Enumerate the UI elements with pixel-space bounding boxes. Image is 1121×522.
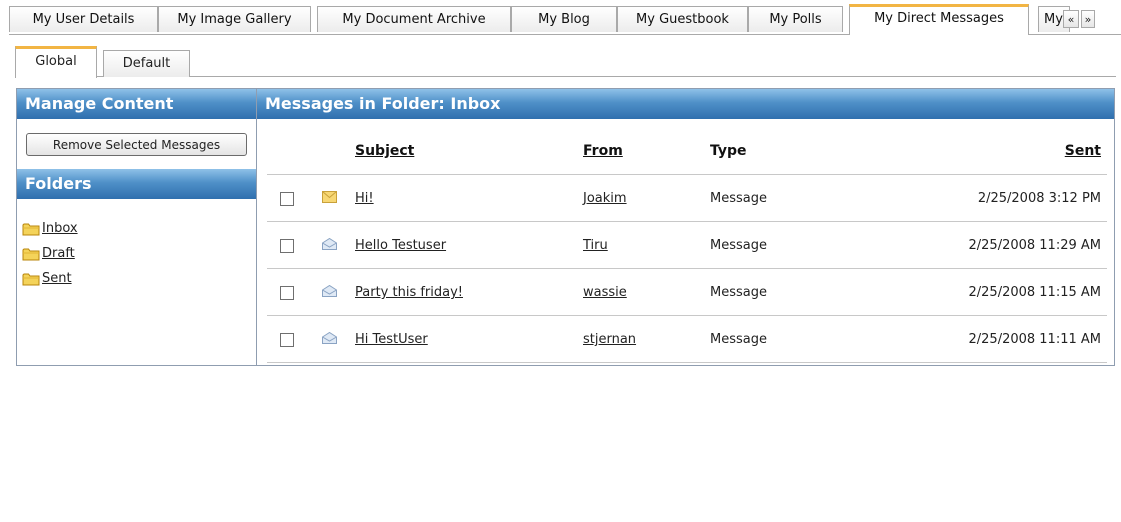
row-checkbox[interactable] — [280, 239, 294, 253]
table-row: Hi TestUser stjernan Message 2/25/2008 1… — [267, 316, 1107, 363]
sub-tab-strip: Global Default — [15, 45, 1116, 78]
folder-item-inbox[interactable]: Inbox — [22, 219, 78, 238]
tab-my-document-archive[interactable]: My Document Archive — [317, 6, 511, 32]
message-subject-link[interactable]: Hi! — [355, 191, 374, 206]
table-row: Hi! Joakim Message 2/25/2008 3:12 PM — [267, 175, 1107, 222]
scroll-right-button[interactable]: » — [1081, 10, 1095, 28]
column-header-sent[interactable]: Sent — [1065, 143, 1101, 159]
scroll-left-button[interactable]: « — [1063, 10, 1079, 28]
tab-my-blog[interactable]: My Blog — [511, 6, 617, 32]
message-from-link[interactable]: Joakim — [583, 191, 627, 206]
tab-my-image-gallery[interactable]: My Image Gallery — [158, 6, 311, 32]
tab-my-direct-messages[interactable]: My Direct Messages — [849, 4, 1029, 35]
envelope-open-icon — [322, 238, 337, 250]
manage-content-header: Manage Content — [17, 89, 256, 119]
table-row: Hello Testuser Tiru Message 2/25/2008 11… — [267, 222, 1107, 269]
tab-my-user-details[interactable]: My User Details — [9, 6, 158, 32]
folders-header: Folders — [17, 169, 256, 199]
message-type: Message — [710, 191, 767, 206]
folder-icon — [22, 223, 40, 235]
message-sent-date: 2/25/2008 3:12 PM — [977, 191, 1101, 206]
message-sent-date: 2/25/2008 11:29 AM — [968, 238, 1102, 253]
column-header-from[interactable]: From — [583, 143, 623, 159]
tab-global[interactable]: Global — [15, 46, 97, 78]
envelope-closed-icon — [322, 191, 337, 203]
top-tab-strip: My User Details My Image Gallery My Docu… — [9, 4, 1121, 35]
folder-link-inbox[interactable]: Inbox — [42, 219, 78, 238]
message-sent-date: 2/25/2008 11:11 AM — [968, 332, 1102, 347]
folder-icon — [22, 248, 40, 260]
messages-pane: Messages in Folder: Inbox Subject From T… — [257, 89, 1114, 365]
column-header-subject[interactable]: Subject — [355, 143, 414, 159]
folder-icon — [22, 273, 40, 285]
message-type: Message — [710, 285, 767, 300]
manage-content-sidebar: Manage Content Remove Selected Messages … — [17, 89, 257, 365]
message-subject-link[interactable]: Hi TestUser — [355, 332, 428, 347]
column-header-type: Type — [710, 143, 747, 159]
remove-selected-messages-button[interactable]: Remove Selected Messages — [26, 133, 247, 156]
tab-my-guestbook[interactable]: My Guestbook — [617, 6, 748, 32]
envelope-open-icon — [322, 332, 337, 344]
folder-item-sent[interactable]: Sent — [22, 269, 78, 288]
message-type: Message — [710, 332, 767, 347]
table-header-row: Subject From Type Sent — [267, 129, 1107, 175]
content-panel: Manage Content Remove Selected Messages … — [16, 88, 1115, 366]
row-checkbox[interactable] — [280, 286, 294, 300]
row-checkbox[interactable] — [280, 333, 294, 347]
folder-link-sent[interactable]: Sent — [42, 269, 72, 288]
table-row: Party this friday! wassie Message 2/25/2… — [267, 269, 1107, 316]
messages-header: Messages in Folder: Inbox — [257, 89, 1114, 119]
message-type: Message — [710, 238, 767, 253]
envelope-open-icon — [322, 285, 337, 297]
message-from-link[interactable]: Tiru — [583, 238, 608, 253]
folder-item-draft[interactable]: Draft — [22, 244, 78, 263]
message-subject-link[interactable]: Party this friday! — [355, 285, 463, 300]
row-checkbox[interactable] — [280, 192, 294, 206]
folder-list: Inbox Draft Sent — [22, 219, 78, 294]
message-sent-date: 2/25/2008 11:15 AM — [968, 285, 1102, 300]
message-from-link[interactable]: wassie — [583, 285, 627, 300]
folder-link-draft[interactable]: Draft — [42, 244, 75, 263]
tab-my-polls[interactable]: My Polls — [748, 6, 843, 32]
tab-default[interactable]: Default — [103, 50, 190, 77]
message-subject-link[interactable]: Hello Testuser — [355, 238, 446, 253]
message-from-link[interactable]: stjernan — [583, 332, 636, 347]
messages-table: Subject From Type Sent Hi! Joakim Messag… — [267, 129, 1107, 363]
